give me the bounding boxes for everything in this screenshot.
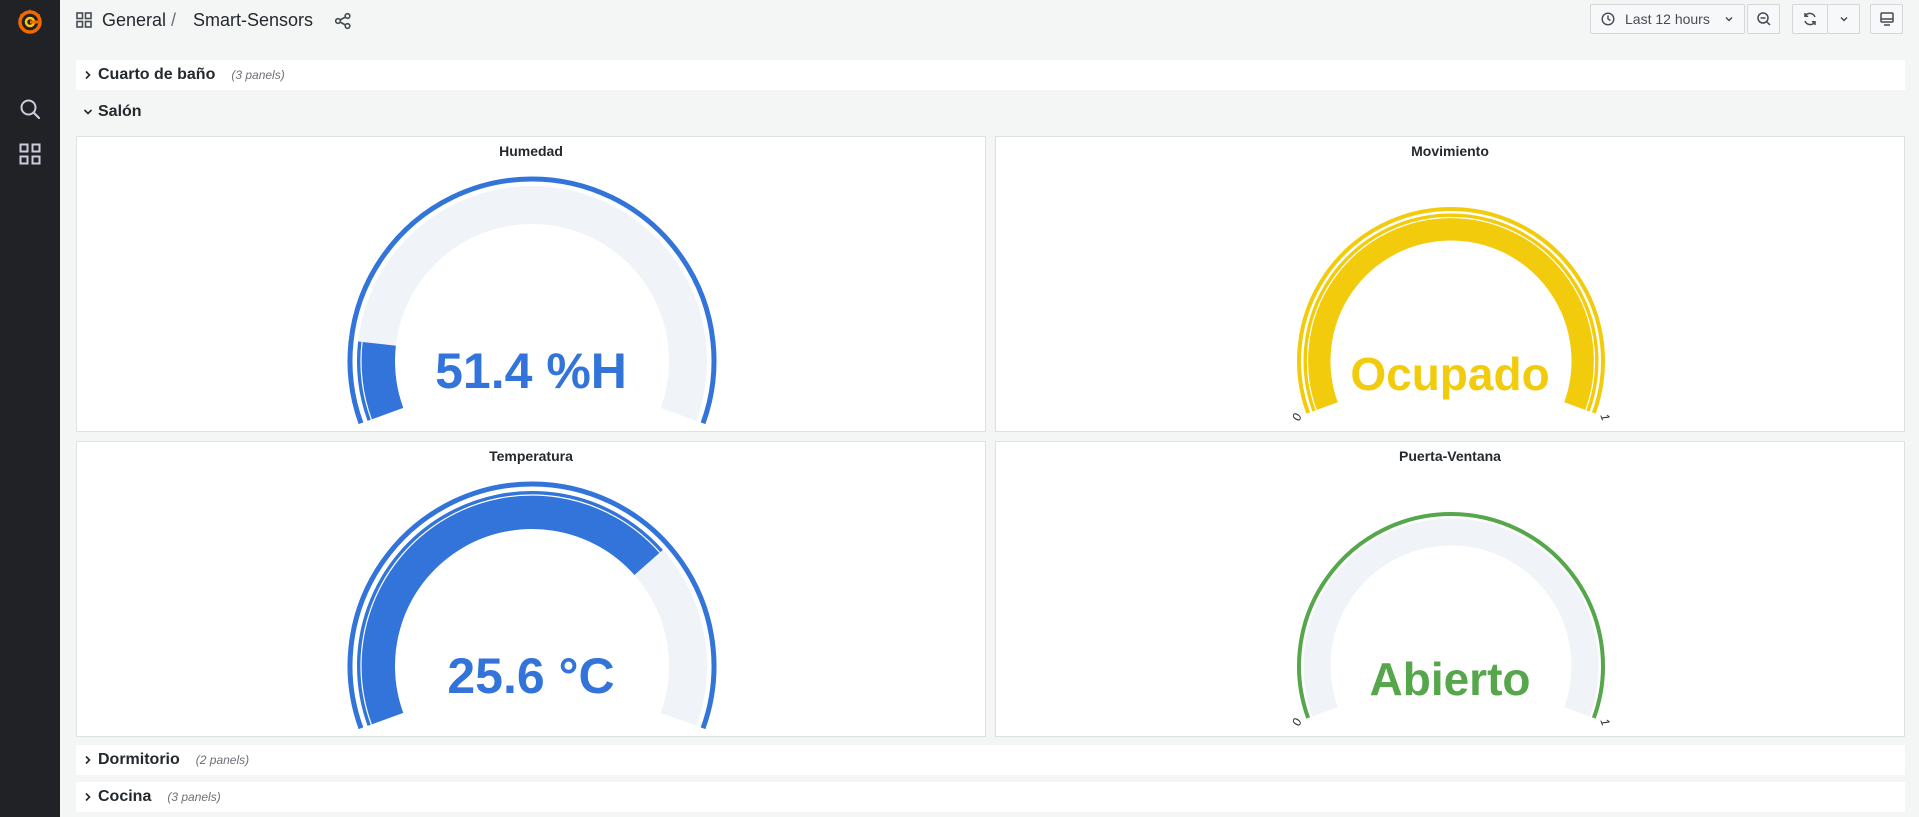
panel-movimiento[interactable]: Movimiento 01 Ocupado bbox=[995, 136, 1905, 432]
zoom-out-button[interactable] bbox=[1747, 4, 1780, 34]
refresh-icon bbox=[1802, 11, 1818, 27]
gauge-value: Ocupado bbox=[1350, 348, 1550, 400]
chevron-right-icon bbox=[80, 792, 96, 802]
chevron-down-icon bbox=[80, 108, 96, 116]
time-range-picker[interactable]: Last 12 hours bbox=[1590, 4, 1745, 34]
row-title: Salón bbox=[98, 103, 142, 120]
dashboards-icon[interactable] bbox=[0, 142, 60, 166]
row-panel-count: (3 panels) bbox=[231, 68, 285, 82]
top-nav-bar: General / Smart-Sensors Last 12 hours bbox=[60, 0, 1919, 44]
gauge-value: 25.6 °C bbox=[447, 648, 615, 704]
gauge-min-label: 0 bbox=[1289, 716, 1305, 727]
row-dormitorio[interactable]: Dormitorio (2 panels) bbox=[76, 745, 1905, 775]
refresh-interval-dropdown[interactable] bbox=[1827, 4, 1860, 34]
grafana-logo-icon[interactable] bbox=[0, 6, 60, 36]
gauge-value: Abierto bbox=[1369, 653, 1531, 705]
breadcrumb-dashboard[interactable]: Smart-Sensors bbox=[193, 10, 313, 31]
panel-temperatura[interactable]: Temperatura 25.6 °C bbox=[76, 441, 986, 737]
monitor-icon bbox=[1879, 11, 1895, 27]
chevron-right-icon bbox=[80, 755, 96, 765]
row-title: Cocina bbox=[98, 788, 152, 805]
chevron-down-icon bbox=[1724, 14, 1734, 24]
gauge-value: 51.4 %H bbox=[435, 343, 627, 399]
row-salon[interactable]: Salón bbox=[76, 97, 1905, 127]
zoom-out-icon bbox=[1756, 11, 1772, 27]
row-title: Dormitorio bbox=[98, 751, 180, 768]
panel-humedad[interactable]: Humedad 51.4 %H bbox=[76, 136, 986, 432]
chevron-down-icon bbox=[1839, 14, 1849, 24]
row-panel-count: (3 panels) bbox=[167, 790, 221, 804]
clock-icon bbox=[1601, 12, 1615, 26]
gauge-min-label: 0 bbox=[1289, 411, 1305, 422]
row-title: Cuarto de baño bbox=[98, 66, 216, 83]
refresh-button[interactable] bbox=[1792, 4, 1828, 34]
row-cuarto-de-bano[interactable]: Cuarto de baño (3 panels) bbox=[76, 60, 1905, 90]
breadcrumb-separator: / bbox=[171, 10, 177, 30]
breadcrumb-folder[interactable]: General bbox=[102, 10, 166, 31]
tv-mode-button[interactable] bbox=[1870, 4, 1903, 34]
sidebar bbox=[0, 0, 60, 817]
time-range-label: Last 12 hours bbox=[1625, 11, 1710, 27]
row-cocina[interactable]: Cocina (3 panels) bbox=[76, 782, 1905, 812]
panel-puerta-ventana[interactable]: Puerta-Ventana 01 Abierto bbox=[995, 441, 1905, 737]
share-icon[interactable] bbox=[334, 12, 352, 35]
dashboard-grid-icon bbox=[76, 12, 92, 33]
gauge-max-label: 1 bbox=[1597, 412, 1612, 423]
gauge-max-label: 1 bbox=[1597, 717, 1612, 728]
chevron-right-icon bbox=[80, 70, 96, 80]
search-icon[interactable] bbox=[0, 98, 60, 120]
row-panel-count: (2 panels) bbox=[195, 753, 250, 767]
